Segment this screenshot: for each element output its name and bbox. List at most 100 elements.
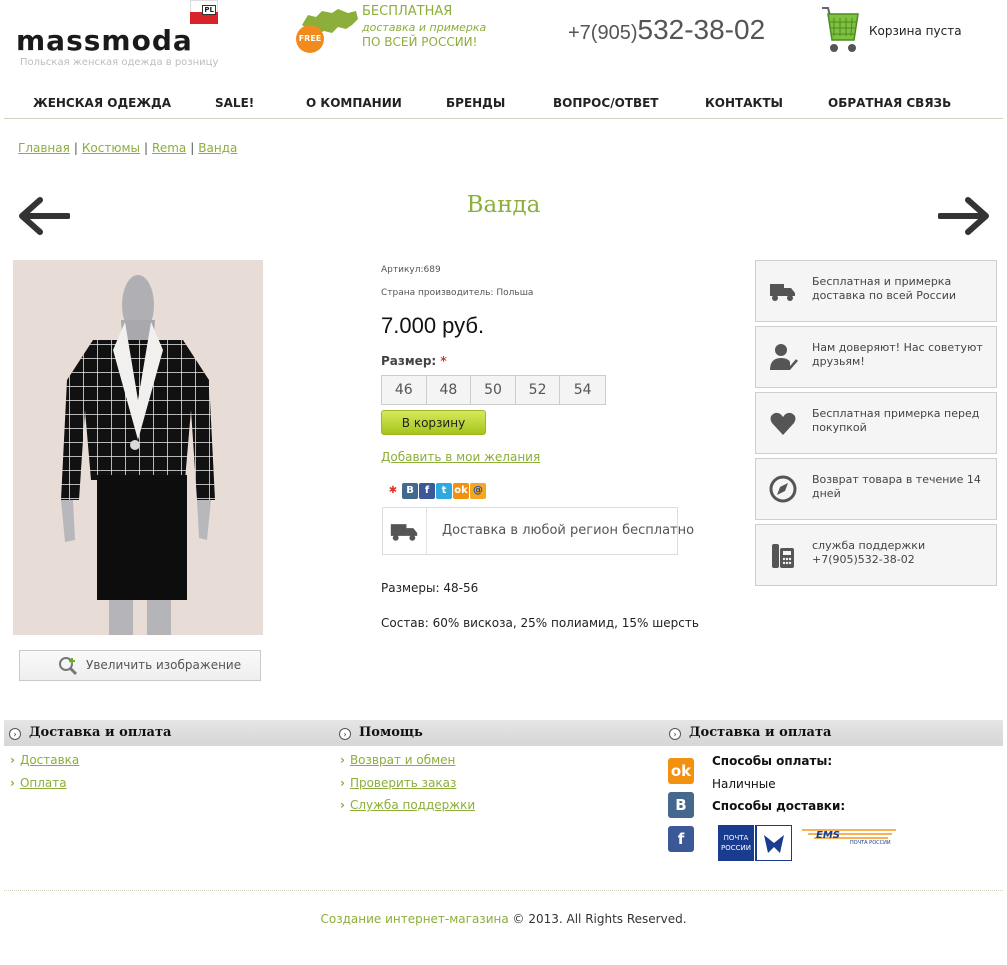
breadcrumb-costumes[interactable]: Костюмы xyxy=(82,141,140,155)
footer-link-text[interactable]: Доставка xyxy=(20,753,79,767)
footer-link-text[interactable]: Служба поддержки xyxy=(350,798,475,812)
free-badge: FREE xyxy=(296,25,324,53)
breadcrumb-brand[interactable]: Rema xyxy=(152,141,186,155)
chevron-right-icon: › xyxy=(10,776,15,790)
required-mark: * xyxy=(440,354,447,368)
chevron-right-icon: › xyxy=(340,776,345,790)
odnoklassniki-icon[interactable]: ok xyxy=(453,483,469,499)
promo-line-3: ПО ВСЕЙ РОССИИ! xyxy=(362,35,478,49)
delivery-methods-title: Способы доставки: xyxy=(712,799,846,813)
next-product-arrow-icon[interactable] xyxy=(938,194,990,238)
ems-sub: ПОЧТА РОССИИ xyxy=(850,840,891,846)
site-tagline: Польская женская одежда в розницу xyxy=(20,57,219,68)
footer-link-returns[interactable]: › Возврат и обмен xyxy=(340,753,455,767)
size-label: Размер: * xyxy=(381,354,447,368)
feature-text: Бесплатная и примерка доставка по всей Р… xyxy=(812,275,957,302)
footer-link-text[interactable]: Возврат и обмен xyxy=(350,753,455,767)
breadcrumb-separator: | xyxy=(143,141,149,155)
header-cart[interactable]: Корзина пуста xyxy=(820,2,990,62)
phone-prefix: +7(905) xyxy=(568,22,638,44)
logo-text: massmoda xyxy=(16,24,193,57)
nav-item-faq[interactable]: ВОПРОС/ОТВЕТ xyxy=(553,96,659,110)
free-delivery-promo: FREE БЕСПЛАТНАЯ доставка и примерка ПО В… xyxy=(296,3,496,53)
phone-icon xyxy=(772,544,794,568)
copyright-text: © 2013. All Rights Reserved. xyxy=(508,912,687,926)
footer-divider xyxy=(4,890,1003,891)
product-title: Ванда xyxy=(466,192,541,218)
footer-link-delivery[interactable]: › Доставка xyxy=(10,753,79,767)
product-price: 7.000 руб. xyxy=(381,313,485,338)
compass-icon xyxy=(769,475,797,503)
chevron-right-icon: › xyxy=(340,798,345,812)
breadcrumb: Главная | Костюмы | Rema | Ванда xyxy=(18,141,237,155)
russian-post-logo: ПОЧТА РОССИИ xyxy=(718,825,792,861)
footer-link-text[interactable]: Оплата xyxy=(20,776,67,790)
feature-trust: Нам доверяют! Нас советуют друзьям! xyxy=(755,326,997,388)
size-option[interactable]: 54 xyxy=(560,376,605,404)
size-option[interactable]: 48 xyxy=(427,376,472,404)
footer-link-check-order[interactable]: › Проверить заказ xyxy=(340,776,456,790)
add-to-cart-button[interactable]: В корзину xyxy=(381,410,486,435)
product-image[interactable] xyxy=(13,260,263,635)
vkontakte-icon[interactable]: B xyxy=(402,483,418,499)
add-to-wishlist-link[interactable]: Добавить в мои желания xyxy=(381,450,540,464)
truck-icon xyxy=(390,508,427,554)
copyright: Создание интернет-магазина © 2013. All R… xyxy=(0,912,1007,926)
breadcrumb-separator: | xyxy=(73,141,78,155)
main-nav: ЖЕНСКАЯ ОДЕЖДА SALE! О КОМПАНИИ БРЕНДЫ В… xyxy=(4,88,1003,119)
footer-link-support[interactable]: › Служба поддержки xyxy=(340,798,475,812)
footer-link-payment[interactable]: › Оплата xyxy=(10,776,67,790)
nav-item-sale[interactable]: SALE! xyxy=(215,96,254,110)
footer-col1-title-text: Доставка и оплата xyxy=(29,725,172,740)
footer-link-text[interactable]: Проверить заказ xyxy=(350,776,456,790)
footer-col1-title: › Доставка и оплата xyxy=(9,725,171,740)
odnoklassniki-icon[interactable]: ok xyxy=(668,758,694,784)
feature-text: Нам доверяют! Нас советуют друзьям! xyxy=(812,341,983,368)
site-logo[interactable]: massmoda PL Польская женская одежда в ро… xyxy=(14,0,224,70)
nav-item-about[interactable]: О КОМПАНИИ xyxy=(306,96,402,110)
facebook-icon[interactable]: f xyxy=(668,826,694,852)
product-country: Страна производитель: Польша xyxy=(381,288,534,298)
breadcrumb-home[interactable]: Главная xyxy=(18,141,70,155)
heart-icon xyxy=(770,412,796,435)
cart-status: Корзина пуста xyxy=(869,24,962,38)
bullet-arrow-icon: › xyxy=(339,728,351,740)
mailru-icon[interactable]: @ xyxy=(470,483,486,499)
size-option[interactable]: 46 xyxy=(382,376,427,404)
nav-item-contacts[interactable]: КОНТАКТЫ xyxy=(705,96,783,110)
payment-method-cash: Наличные xyxy=(712,777,776,791)
footer-col2-title-text: Помощь xyxy=(359,725,423,740)
pochta-line-2: РОССИИ xyxy=(721,844,751,852)
footer-col3-title-text: Доставка и оплата xyxy=(689,725,832,740)
facebook-icon[interactable]: f xyxy=(419,483,435,499)
free-delivery-note: Доставка в любой регион бесплатно xyxy=(382,507,694,555)
size-selector: 46 48 50 52 54 xyxy=(381,375,606,405)
share-buttons: ✱ Bf t ok @ xyxy=(385,483,486,499)
breadcrumb-current[interactable]: Ванда xyxy=(198,141,237,155)
phone-number: 532-38-02 xyxy=(637,14,766,45)
feature-try-on: Бесплатная примерка перед покупкой xyxy=(755,392,997,454)
zoom-image-button[interactable]: Увеличить изображение xyxy=(19,650,261,681)
shopping-cart-icon xyxy=(822,7,859,52)
nav-item-feedback[interactable]: ОБРАТНАЯ СВЯЗЬ xyxy=(828,96,951,110)
mannequin-suit-illustration xyxy=(61,275,215,635)
bullet-arrow-icon: › xyxy=(669,728,681,740)
footer-col3-title: › Доставка и оплата xyxy=(669,725,831,740)
copyright-link[interactable]: Создание интернет-магазина xyxy=(320,912,508,926)
twitter-icon[interactable]: t xyxy=(436,483,452,499)
feature-support: служба поддержки +7(905)532-38-02 xyxy=(755,524,997,586)
nav-item-womens-clothing[interactable]: ЖЕНСКАЯ ОДЕЖДА xyxy=(33,96,171,110)
payment-methods-title: Способы оплаты: xyxy=(712,754,833,768)
product-article: Артикул:689 xyxy=(381,265,441,275)
vkontakte-icon[interactable]: B xyxy=(668,792,694,818)
size-option[interactable]: 50 xyxy=(471,376,516,404)
user-check-icon xyxy=(770,344,798,370)
zoom-image-label: Увеличить изображение xyxy=(86,658,242,672)
composition-spec: Состав: 60% вискоза, 25% полиамид, 15% ш… xyxy=(381,616,699,630)
moi-mir-icon[interactable]: ✱ xyxy=(385,483,401,499)
nav-item-brands[interactable]: БРЕНДЫ xyxy=(446,96,505,110)
poland-flag-icon: PL xyxy=(190,0,218,24)
truck-icon xyxy=(770,284,795,301)
size-option[interactable]: 52 xyxy=(516,376,561,404)
breadcrumb-separator: | xyxy=(190,141,195,155)
